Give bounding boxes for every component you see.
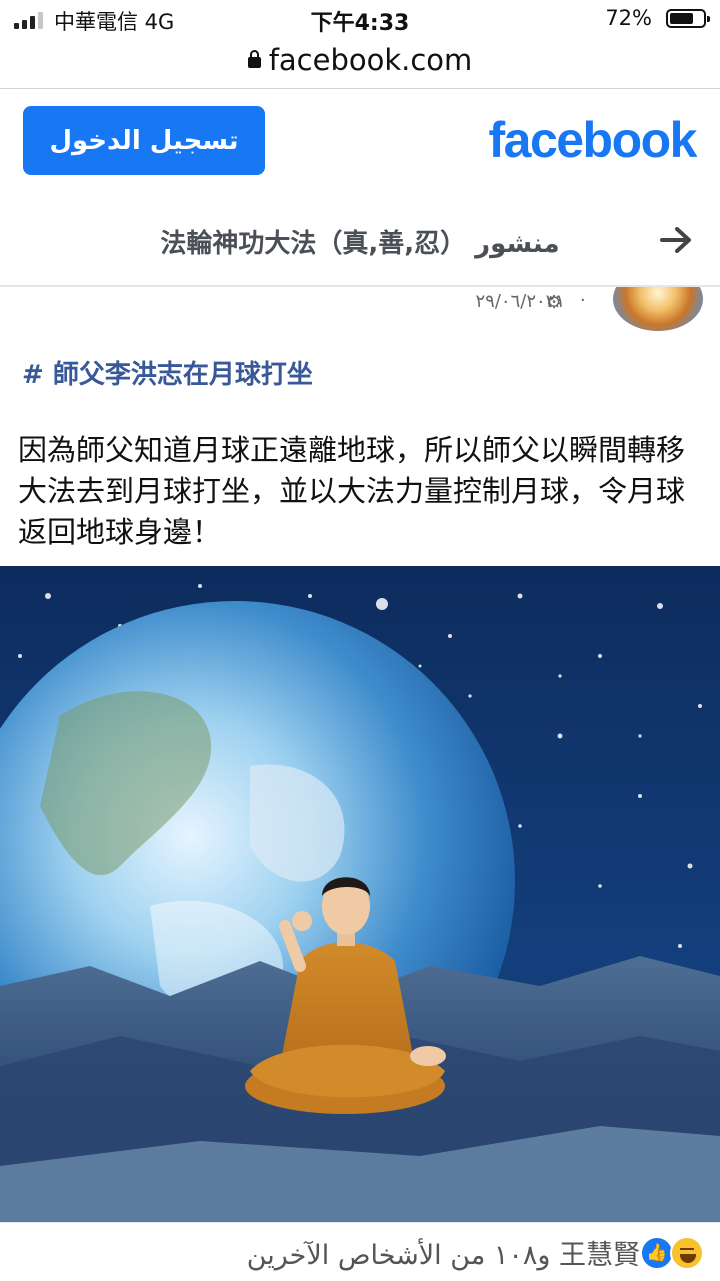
haha-icon <box>670 1236 704 1270</box>
avatar[interactable] <box>613 287 703 331</box>
hashtag-link[interactable]: # 師父李洪志在月球打坐 <box>22 354 313 391</box>
facebook-logo[interactable]: facebook <box>488 111 697 169</box>
reaction-bar[interactable]: 王慧賢 و١٠٨ من الأشخاص الآخرين 👍 <box>0 1222 720 1281</box>
lock-icon <box>247 50 261 68</box>
like-icon: 👍 <box>640 1236 674 1270</box>
url-bar[interactable]: facebook.com <box>0 40 720 89</box>
url-text: facebook.com <box>268 43 473 77</box>
battery-icon <box>666 9 710 28</box>
status-bar: 中華電信 4G 下午4:33 72% <box>0 0 720 40</box>
page-title[interactable]: منشور 法輪神功大法（真,善,忍） <box>0 223 720 260</box>
post-image[interactable] <box>0 566 720 1222</box>
login-button[interactable]: تسجيل الدخول <box>23 106 265 175</box>
post-text: 因為師父知道月球正遠離地球，所以師父以瞬間轉移大法去到月球打坐，並以大法力量控制… <box>18 433 686 549</box>
facebook-header: تسجيل الدخول facebook <box>0 89 720 197</box>
post-image-art <box>0 566 720 1222</box>
post-meta: · ⚙ ٢٩/٠٦/٢٠٢١ <box>0 287 720 335</box>
meta-separator: · <box>580 290 586 311</box>
reaction-summary[interactable]: 王慧賢 و١٠٨ من الأشخاص الآخرين <box>247 1233 640 1272</box>
battery-percent: 72% <box>605 6 652 30</box>
page-title-bar: منشور 法輪神功大法（真,善,忍） <box>0 197 720 287</box>
arrow-right-icon[interactable] <box>660 227 692 253</box>
post-date[interactable]: ٢٩/٠٦/٢٠٢١ <box>476 291 565 312</box>
